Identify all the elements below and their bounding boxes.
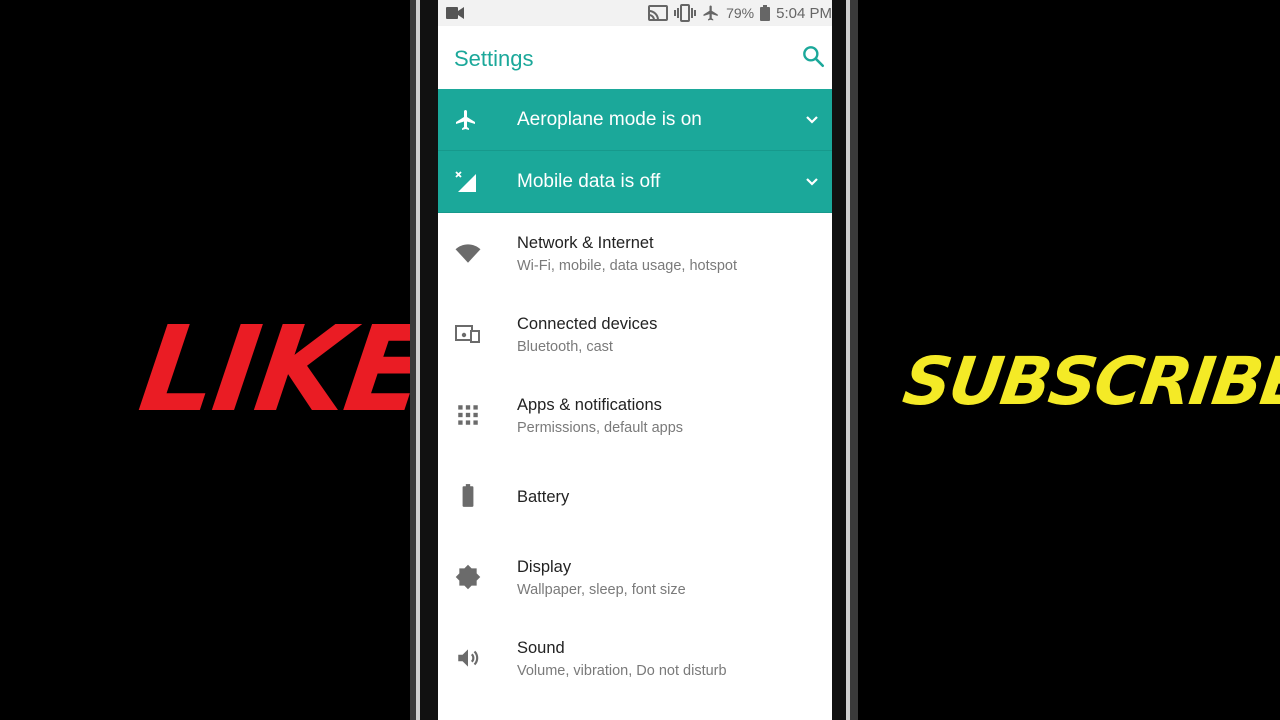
chevron-down-icon[interactable]: [804, 112, 820, 128]
search-icon: [803, 46, 825, 68]
settings-item-network[interactable]: Network & Internet Wi-Fi, mobile, data u…: [438, 213, 832, 294]
settings-item-subtitle: Volume, vibration, Do not disturb: [517, 663, 727, 679]
cast-icon: [648, 5, 669, 21]
search-button[interactable]: [800, 43, 828, 71]
settings-item-title: Connected devices: [517, 315, 658, 333]
airplane-mode-label: Aeroplane mode is on: [517, 109, 702, 130]
phone-frame-left-bezel: [420, 0, 438, 720]
vibrate-icon: [674, 4, 697, 22]
status-bar: 79% 5:04 PM: [438, 0, 832, 26]
settings-item-title: Network & Internet: [517, 234, 654, 252]
status-time: 5:04 PM: [776, 4, 832, 22]
airplane-icon: [456, 110, 475, 130]
like-overlay-text: LIKE: [132, 300, 435, 438]
settings-item-title: Display: [517, 558, 572, 576]
settings-item-display[interactable]: Display Wallpaper, sleep, font size: [438, 537, 832, 618]
settings-item-subtitle: Permissions, default apps: [517, 420, 684, 436]
settings-item-apps[interactable]: Apps & notifications Permissions, defaul…: [438, 375, 832, 456]
settings-item-subtitle: Bluetooth, cast: [517, 339, 613, 355]
video-camera-icon: [446, 7, 464, 19]
settings-item-subtitle: Wi-Fi, mobile, data usage, hotspot: [517, 258, 738, 274]
settings-item-subtitle: Wallpaper, sleep, font size: [517, 582, 686, 598]
chevron-down-icon[interactable]: [804, 174, 820, 190]
subscribe-overlay-text: SUBSCRIBE: [898, 343, 1280, 420]
page-title: Settings: [454, 46, 534, 71]
mobile-data-label: Mobile data is off: [517, 171, 661, 192]
app-bar: Settings: [438, 26, 832, 89]
settings-item-title: Apps & notifications: [517, 396, 662, 414]
wifi-icon: [455, 244, 481, 263]
apps-grid-icon: [458, 405, 478, 425]
settings-item-connected-devices[interactable]: Connected devices Bluetooth, cast: [438, 294, 832, 375]
settings-item-sound[interactable]: Sound Volume, vibration, Do not disturb: [438, 618, 832, 699]
battery-icon: [462, 484, 474, 507]
settings-item-battery[interactable]: Battery: [438, 456, 832, 537]
phone-frame-right-outer: [850, 0, 858, 720]
settings-item-title: Sound: [517, 639, 565, 657]
devices-icon: [455, 325, 480, 343]
brightness-icon: [455, 564, 481, 590]
airplane-mode-banner[interactable]: Aeroplane mode is on: [438, 89, 832, 151]
speaker-icon: [458, 649, 479, 667]
mobile-data-banner[interactable]: Mobile data is off: [438, 151, 832, 213]
phone-screen: 79% 5:04 PM Settings Aeroplane mode is o…: [438, 0, 832, 720]
status-icons: 79% 5:04 PM: [648, 4, 832, 22]
phone-frame-right-bezel: [832, 0, 846, 720]
battery-percent: 79%: [726, 5, 755, 21]
airplane-icon: [703, 5, 718, 21]
signal-off-icon: [455, 171, 476, 192]
battery-icon: [760, 5, 771, 21]
settings-item-title: Battery: [517, 488, 570, 506]
